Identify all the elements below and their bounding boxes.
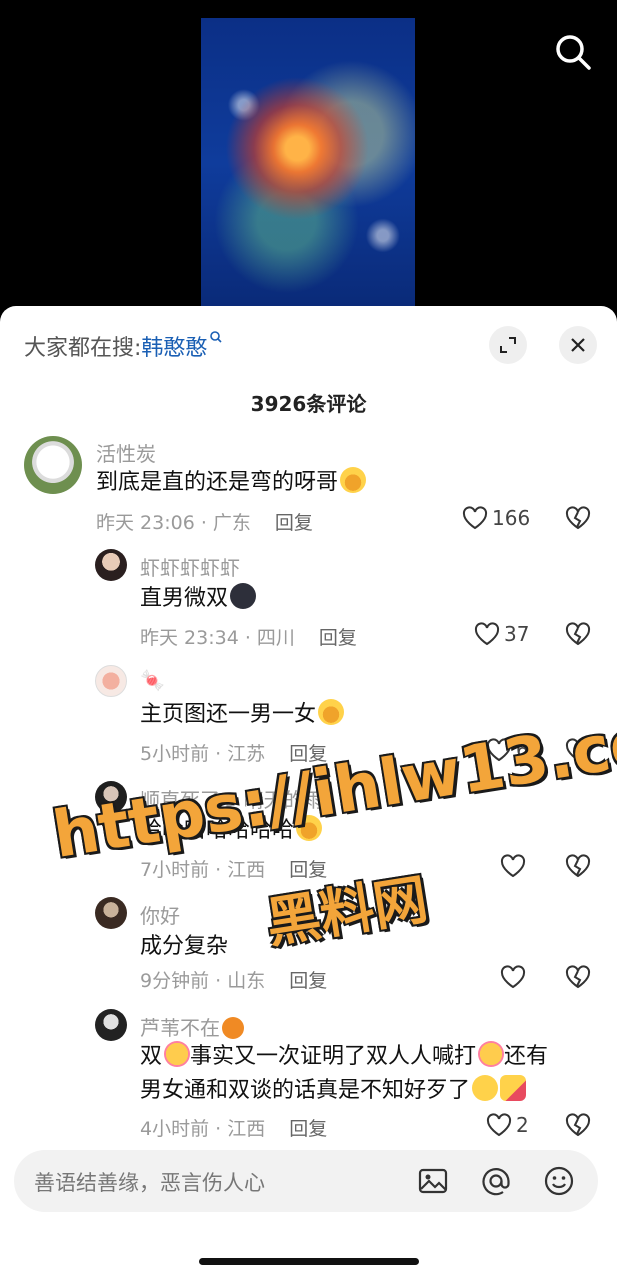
reply-text: 直男微双 [140, 582, 257, 616]
dark-face-emoji-icon [230, 583, 257, 609]
reply-meta: 昨天 23:34 · 四川 回复 [140, 623, 357, 650]
reply-button[interactable]: 回复 [289, 1118, 327, 1140]
reply-text-part: 男女通和双谈的话真是不知好歹了 [140, 1078, 471, 1103]
reply-button[interactable]: 回复 [319, 627, 357, 649]
comment-author[interactable]: 活性炭 [96, 438, 156, 467]
expand-icon [500, 337, 516, 353]
like-button[interactable] [500, 965, 530, 989]
avatar[interactable] [95, 1009, 127, 1041]
pumpkin-emoji-icon [222, 1017, 244, 1039]
like-count: 166 [492, 506, 531, 530]
comment-count: 3926条评论 [250, 392, 367, 416]
avatar[interactable] [95, 665, 127, 697]
reply-author: 芦苇不在 [140, 1012, 244, 1041]
comment-text-content: 到底是直的还是弯的呀哥 [96, 470, 339, 495]
reply-text-part: 还有 [504, 1044, 549, 1069]
reply-time-location: 5小时前 · 江苏 [140, 743, 266, 765]
avatar[interactable] [95, 549, 127, 581]
reply-text-content: 主页图还一男一女 [140, 702, 317, 727]
comment-item: 活性炭 到底是直的还是弯的呀哥 昨天 23:06 · 广东 回复 166 [0, 430, 617, 540]
blush-emoji-icon [478, 1041, 505, 1067]
like-button[interactable] [500, 854, 530, 878]
home-indicator [199, 1258, 419, 1265]
reply-meta: 4小时前 · 江西 回复 [140, 1114, 327, 1140]
heart-icon [500, 965, 526, 989]
hot-search-label: 大家都在搜:韩憨憨 [24, 330, 223, 362]
emoji-icon[interactable] [542, 1164, 576, 1198]
reply-author[interactable]: 🍬 [140, 668, 165, 692]
heart-icon [486, 1113, 512, 1137]
reply-item: 虾虾虾虾虾 直男微双 昨天 23:34 · 四川 回复 37 [0, 546, 617, 656]
reply-author-name[interactable]: 芦苇不在 [140, 1016, 220, 1040]
search-icon[interactable] [553, 32, 593, 72]
reply-time-location: 4小时前 · 江西 [140, 1118, 266, 1140]
reply-author[interactable]: 虾虾虾虾虾 [140, 552, 240, 581]
comment-time-location: 昨天 23:06 · 广东 [96, 512, 251, 534]
video-frame [201, 18, 415, 308]
mention-icon[interactable] [479, 1164, 513, 1198]
sheet-top-bar: 大家都在搜:韩憨憨 [24, 326, 597, 364]
comment-text: 到底是直的还是弯的呀哥 [96, 466, 367, 500]
heart-icon [500, 854, 526, 878]
like-count: 2 [516, 1113, 529, 1137]
heart-icon [462, 506, 488, 530]
video-area[interactable] [0, 0, 617, 330]
comment-input[interactable]: 善语结善缘，恶言伤人心 [14, 1150, 598, 1212]
reply-time-location: 7小时前 · 江西 [140, 859, 266, 881]
comment-input-placeholder: 善语结善缘，恶言伤人心 [34, 1171, 265, 1195]
like-count: 37 [504, 622, 530, 646]
reply-button[interactable]: 回复 [289, 970, 327, 992]
hot-search-prefix: 大家都在搜: [24, 336, 142, 361]
close-icon [571, 338, 585, 352]
like-button[interactable]: 166 [462, 506, 530, 530]
laugh-emoji-icon [318, 699, 345, 725]
avatar[interactable] [95, 897, 127, 929]
like-button[interactable]: 37 [474, 622, 529, 646]
reply-item: 芦苇不在 双 事实又一次证明了双人人喊打 还有 男女通和双谈的话真是不知好歹了 4小… [0, 1006, 617, 1140]
comment-meta: 昨天 23:06 · 广东 回复 [96, 508, 313, 535]
thumbs-up-emoji-icon [500, 1075, 527, 1101]
reply-author[interactable]: 你好 [140, 900, 180, 929]
reply-text: 主页图还一男一女 [140, 698, 345, 732]
reply-text: 成分复杂 [140, 934, 229, 959]
reply-button[interactable]: 回复 [275, 512, 313, 534]
dislike-icon[interactable] [565, 965, 591, 989]
laugh-emoji-icon [340, 467, 367, 493]
reply-text: 双 事实又一次证明了双人人喊打 还有 男女通和双谈的话真是不知好歹了 [140, 1040, 600, 1108]
dislike-icon[interactable] [565, 1113, 591, 1137]
dislike-icon[interactable] [565, 622, 591, 646]
hot-search-link[interactable]: 韩憨憨 [141, 336, 207, 361]
avatar[interactable] [24, 436, 82, 494]
like-button[interactable]: 2 [486, 1113, 529, 1137]
expand-button[interactable] [489, 326, 527, 364]
smile-emoji-icon [472, 1075, 499, 1101]
heart-icon [474, 622, 500, 646]
small-search-icon [210, 331, 223, 343]
dislike-icon[interactable] [565, 506, 591, 530]
reply-meta: 9分钟前 · 山东 回复 [140, 966, 327, 993]
reply-text-content: 直男微双 [140, 586, 229, 611]
reply-text-part: 事实又一次证明了双人人喊打 [190, 1044, 477, 1069]
image-icon[interactable] [416, 1164, 450, 1198]
reply-time-location: 9分钟前 · 山东 [140, 970, 266, 992]
reply-time-location: 昨天 23:34 · 四川 [140, 627, 295, 649]
blush-emoji-icon [164, 1041, 191, 1067]
dislike-icon[interactable] [565, 854, 591, 878]
reply-text-part: 双 [140, 1044, 163, 1069]
close-button[interactable] [559, 326, 597, 364]
